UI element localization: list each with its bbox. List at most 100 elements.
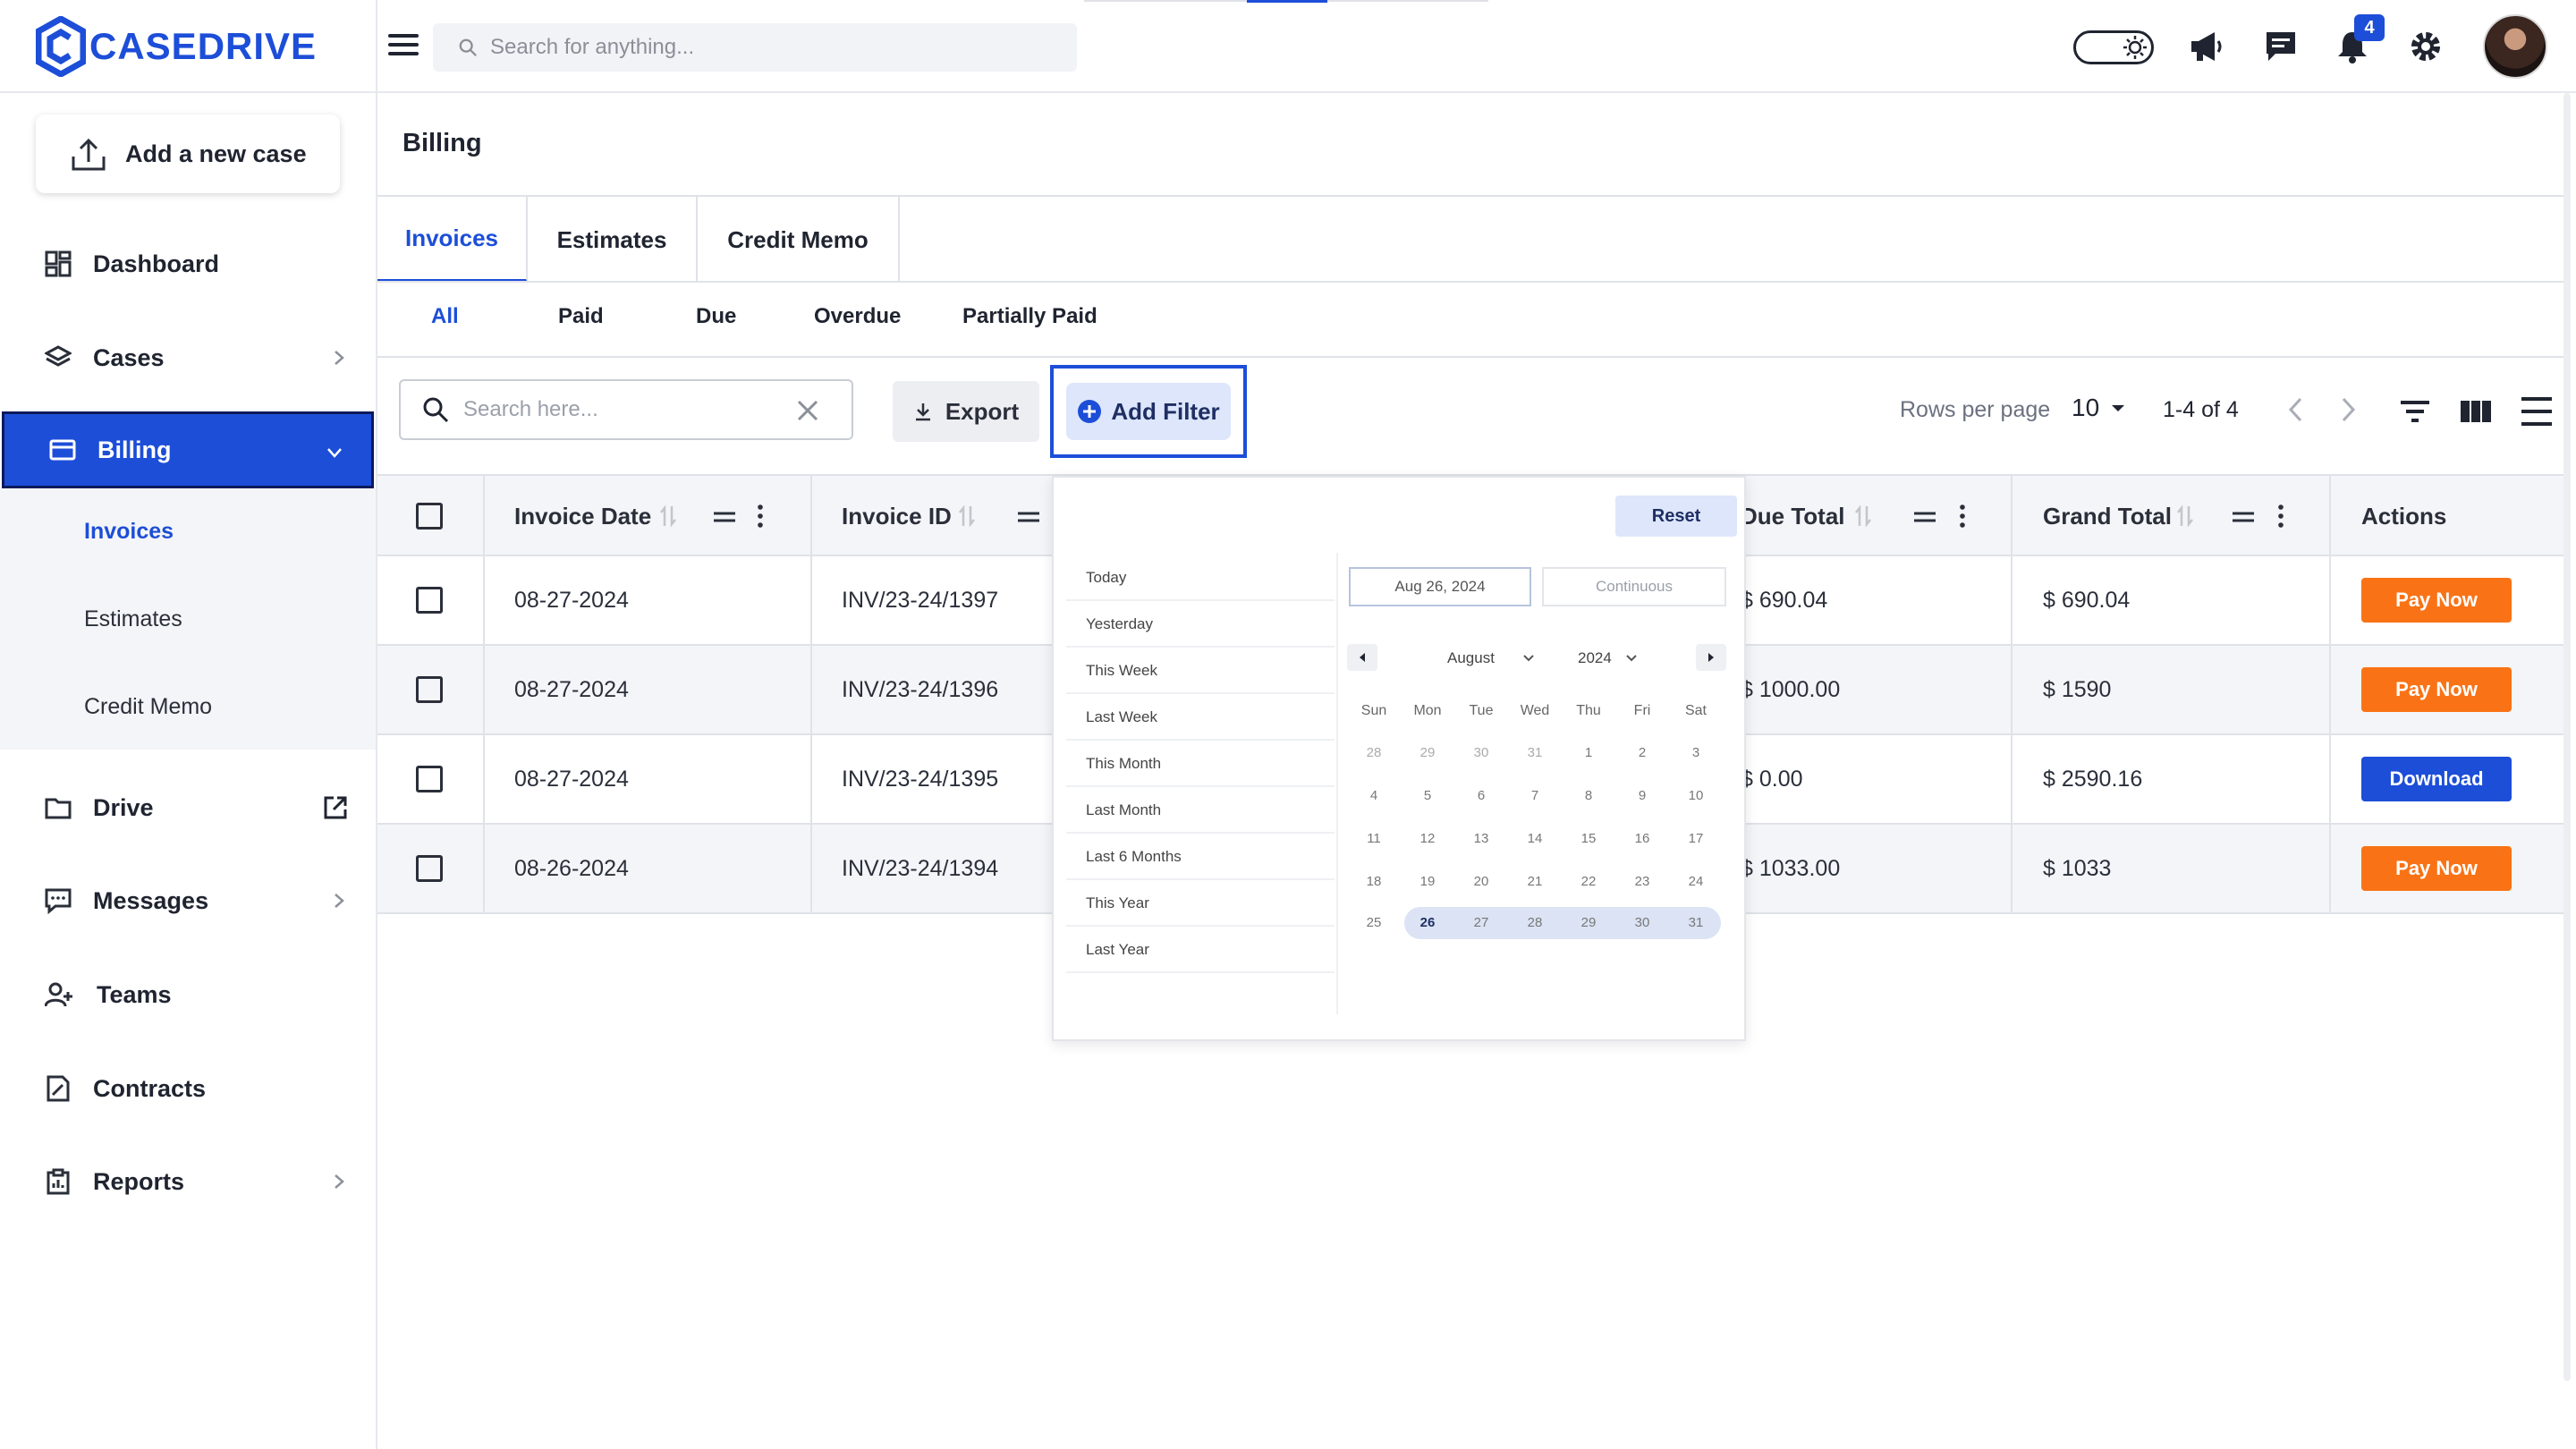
submenu-item-estimates[interactable]: Estimates [84,606,182,632]
calendar-day[interactable]: 11 [1347,823,1401,855]
column-header-due-total[interactable]: Due Total [1741,503,1845,530]
theme-toggle[interactable] [2073,30,2154,64]
prev-month-button[interactable] [1347,644,1377,671]
calendar-day[interactable]: 30 [1615,907,1669,939]
drag-handle-icon[interactable] [1016,508,1041,526]
column-menu-icon[interactable] [1953,503,1971,530]
sidebar-item-cases[interactable]: Cases [0,319,376,396]
subtab-overdue[interactable]: Overdue [814,304,901,329]
preset-today[interactable]: Today [1066,555,1335,601]
end-date-input[interactable]: Continuous [1542,567,1726,606]
calendar-day[interactable]: 3 [1669,737,1723,769]
calendar-day[interactable]: 14 [1508,823,1562,855]
calendar-day[interactable]: 31 [1669,907,1723,939]
column-header-grand-total[interactable]: Grand Total [2043,503,2172,530]
sort-icon[interactable] [658,504,678,528]
submenu-item-invoices[interactable]: Invoices [84,519,174,545]
rows-per-page-select[interactable]: 10 [2072,394,2128,422]
table-search-bar[interactable] [399,379,853,440]
column-header-invoice-date[interactable]: Invoice Date [514,503,651,530]
calendar-day[interactable]: 5 [1401,780,1454,812]
sidebar-item-teams[interactable]: Teams [0,956,376,1033]
tab-estimates[interactable]: Estimates [528,197,698,283]
drag-handle-icon[interactable] [712,508,737,526]
calendar-day[interactable]: 28 [1347,737,1401,769]
tab-credit-memo[interactable]: Credit Memo [698,197,900,283]
row-checkbox[interactable] [416,766,443,792]
chevron-right-icon[interactable] [2334,394,2361,426]
next-month-button[interactable] [1696,644,1726,671]
month-select[interactable]: August [1447,649,1535,667]
megaphone-icon[interactable] [2186,27,2225,66]
calendar-day[interactable]: 18 [1347,866,1401,898]
preset-this-week[interactable]: This Week [1066,648,1335,694]
sort-icon[interactable] [2175,504,2195,528]
sidebar-item-drive[interactable]: Drive [0,769,376,846]
gear-icon[interactable] [2406,27,2445,66]
chat-icon[interactable] [2261,27,2301,66]
submenu-item-credit-memo[interactable]: Credit Memo [84,694,212,720]
column-menu-icon[interactable] [2272,503,2290,530]
add-new-case-button[interactable]: Add a new case [36,114,340,193]
row-checkbox[interactable] [416,855,443,882]
preset-last-week[interactable]: Last Week [1066,694,1335,741]
year-select[interactable]: 2024 [1578,649,1638,667]
calendar-day[interactable]: 30 [1454,737,1508,769]
calendar-day[interactable]: 24 [1669,866,1723,898]
preset-yesterday[interactable]: Yesterday [1066,601,1335,648]
calendar-day[interactable]: 17 [1669,823,1723,855]
subtab-due[interactable]: Due [696,304,736,329]
calendar-day[interactable]: 25 [1347,907,1401,939]
calendar-day[interactable]: 16 [1615,823,1669,855]
preset-this-month[interactable]: This Month [1066,741,1335,787]
drag-handle-icon[interactable] [1912,508,1937,526]
user-avatar[interactable] [2483,14,2547,79]
close-icon[interactable] [796,399,819,422]
drag-handle-icon[interactable] [2231,508,2256,526]
preset-last-month[interactable]: Last Month [1066,787,1335,834]
row-checkbox[interactable] [416,676,443,703]
subtab-partially-paid[interactable]: Partially Paid [962,304,1097,329]
calendar-day[interactable]: 27 [1454,907,1508,939]
calendar-day-selected[interactable]: 26 [1401,907,1454,939]
calendar-day[interactable]: 20 [1454,866,1508,898]
export-button[interactable]: Export [893,381,1039,442]
preset-last-6-months[interactable]: Last 6 Months [1066,834,1335,880]
calendar-day[interactable]: 2 [1615,737,1669,769]
calendar-day[interactable]: 28 [1508,907,1562,939]
subtab-all[interactable]: All [431,304,459,329]
sidebar-item-billing[interactable]: Billing [2,411,374,488]
preset-this-year[interactable]: This Year [1066,880,1335,927]
casedrive-logo[interactable]: CASEDRIVE [36,14,317,79]
calendar-day[interactable]: 21 [1508,866,1562,898]
calendar-day[interactable]: 4 [1347,780,1401,812]
tab-invoices[interactable]: Invoices [377,197,528,283]
sidebar-item-messages[interactable]: Messages [0,862,376,939]
sidebar-item-reports[interactable]: Reports [0,1143,376,1220]
preset-last-year[interactable]: Last Year [1066,927,1335,973]
global-search-input[interactable] [490,35,1063,60]
reset-button[interactable]: Reset [1615,496,1737,537]
columns-icon[interactable] [2458,394,2494,429]
vertical-scrollbar[interactable] [2563,93,2571,1381]
global-search-bar[interactable] [433,23,1077,72]
row-checkbox[interactable] [416,587,443,614]
add-filter-button[interactable]: Add Filter [1066,383,1231,440]
filter-lines-icon[interactable] [2397,394,2433,429]
calendar-day[interactable]: 6 [1454,780,1508,812]
sidebar-item-contracts[interactable]: Contracts [0,1050,376,1127]
chevron-left-icon[interactable] [2283,394,2309,426]
calendar-day[interactable]: 29 [1401,737,1454,769]
table-search-input[interactable] [463,397,785,422]
density-menu-icon[interactable] [2519,394,2555,429]
pay-now-button[interactable]: Pay Now [2361,846,2512,891]
calendar-day[interactable]: 23 [1615,866,1669,898]
calendar-day[interactable]: 22 [1562,866,1615,898]
calendar-day[interactable]: 13 [1454,823,1508,855]
external-link-icon[interactable] [322,794,349,821]
select-all-checkbox[interactable] [416,503,443,530]
calendar-day[interactable]: 7 [1508,780,1562,812]
subtab-paid[interactable]: Paid [558,304,604,329]
calendar-day[interactable]: 9 [1615,780,1669,812]
calendar-day[interactable]: 12 [1401,823,1454,855]
